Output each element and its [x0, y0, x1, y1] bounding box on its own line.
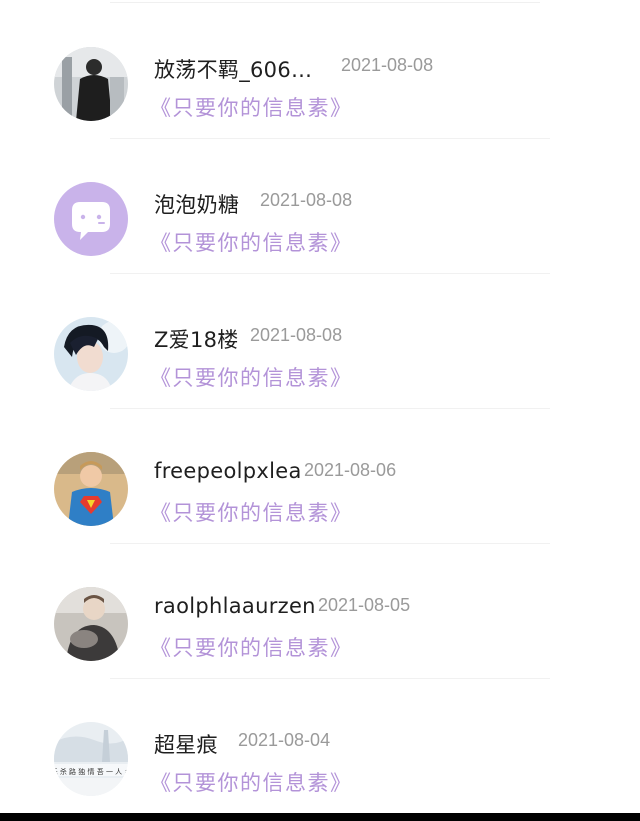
username[interactable]: freepeolpxlea	[154, 459, 302, 483]
avatar-photo-snow-text-icon: 无 杀 路 独 情 吾 一 人 乡	[54, 722, 128, 796]
book-title-link[interactable]: 《只要你的信息素》	[150, 497, 353, 527]
avatar[interactable]: 无 杀 路 独 情 吾 一 人 乡	[54, 722, 128, 796]
avatar[interactable]	[54, 317, 128, 391]
comment-date: 2021-08-05	[318, 595, 411, 615]
avatar-photo-person-dark-icon	[54, 47, 128, 121]
list-item[interactable]: 泡泡奶糖 2021-08-08 《只要你的信息素》	[0, 135, 640, 270]
avatar-photo-person-portrait-icon	[54, 317, 128, 391]
username[interactable]: 放荡不羁_606…	[154, 54, 312, 84]
username[interactable]: raolphlaaurzen	[154, 594, 316, 618]
username[interactable]: Z爱18楼	[154, 324, 239, 354]
bottom-edge-bar	[0, 813, 640, 821]
username[interactable]: 超星痕	[154, 729, 218, 759]
list-item[interactable]: Z爱18楼 2021-08-08 《只要你的信息素》	[0, 270, 640, 405]
list-item[interactable]: freepeolpxlea 2021-08-06 《只要你的信息素》	[0, 405, 640, 540]
avatar-photo-child-superman-icon	[54, 452, 128, 526]
svg-text:无 杀 路 独 情 吾 一 人 乡: 无 杀 路 独 情 吾 一 人 乡	[54, 767, 128, 776]
avatar-photo-person-grey-icon	[54, 587, 128, 661]
comment-date: 2021-08-08	[341, 55, 434, 75]
book-title-link[interactable]: 《只要你的信息素》	[150, 632, 353, 662]
chat-bubble-face-icon	[54, 182, 128, 256]
comment-date: 2021-08-08	[250, 325, 343, 345]
avatar[interactable]	[54, 452, 128, 526]
comment-date: 2021-08-08	[260, 190, 353, 210]
avatar[interactable]	[54, 182, 128, 256]
avatar[interactable]	[54, 47, 128, 121]
comment-date: 2021-08-06	[304, 460, 397, 480]
book-title-link[interactable]: 《只要你的信息素》	[150, 227, 353, 257]
comment-date: 2021-08-04	[238, 730, 331, 750]
username[interactable]: 泡泡奶糖	[154, 189, 239, 219]
book-title-link[interactable]: 《只要你的信息素》	[150, 92, 353, 122]
list-item[interactable]: 放荡不羁_606… 2021-08-08 《只要你的信息素》	[0, 0, 640, 135]
book-title-link[interactable]: 《只要你的信息素》	[150, 767, 353, 797]
book-title-link[interactable]: 《只要你的信息素》	[150, 362, 353, 392]
comment-list-page: 放荡不羁_606… 2021-08-08 《只要你的信息素》 泡泡奶糖 2021…	[0, 0, 640, 821]
list-item[interactable]: raolphlaaurzen 2021-08-05 《只要你的信息素》	[0, 540, 640, 675]
list-item[interactable]: 无 杀 路 独 情 吾 一 人 乡 超星痕 2021-08-04 《只要你的信息…	[0, 675, 640, 810]
avatar[interactable]	[54, 587, 128, 661]
